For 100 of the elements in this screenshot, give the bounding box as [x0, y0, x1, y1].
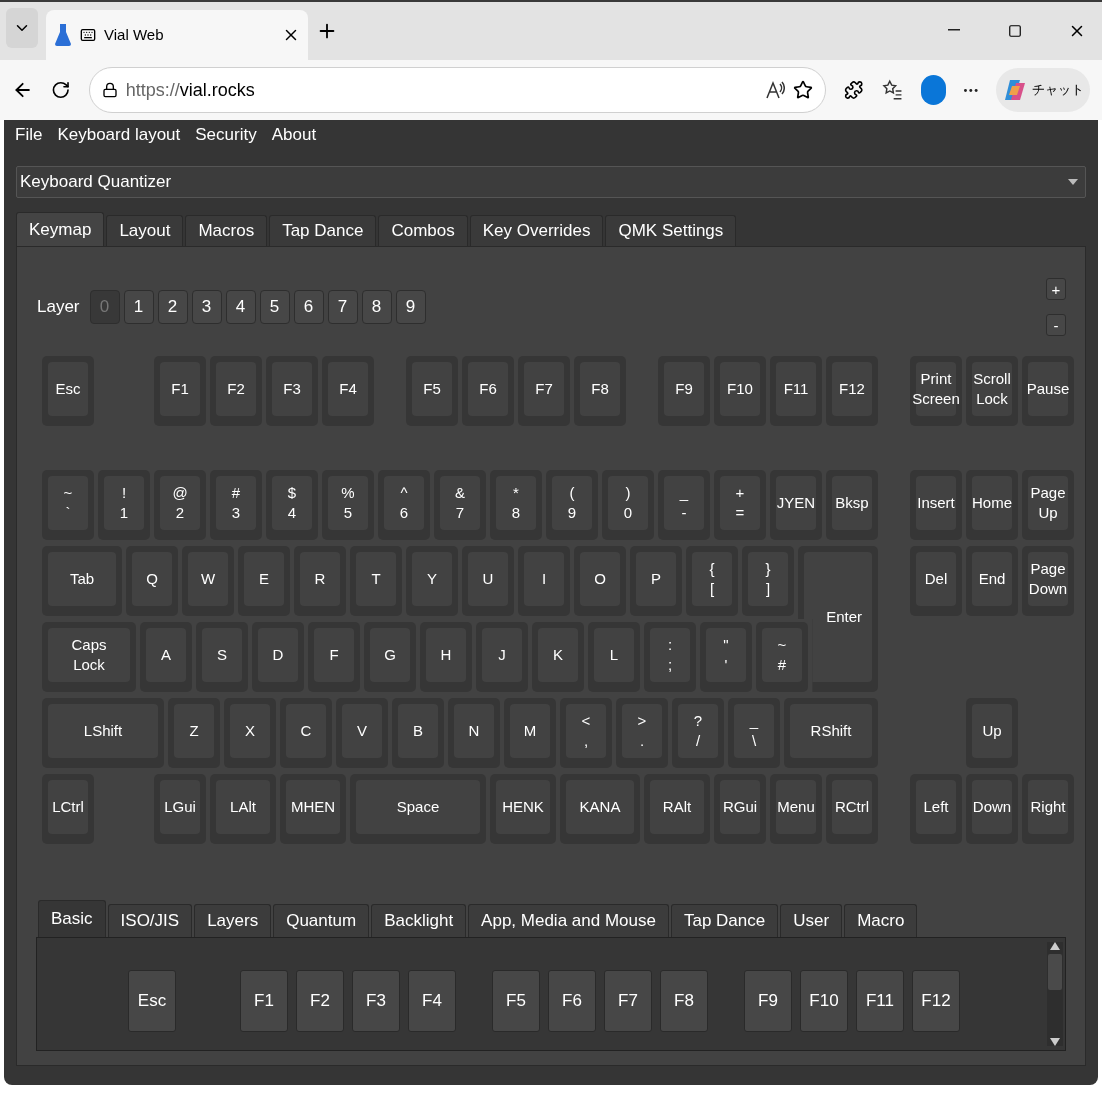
keycode-button[interactable]: F3 [352, 970, 400, 1032]
key-button[interactable]: A [140, 622, 192, 692]
key-button[interactable]: _ \ [728, 698, 780, 768]
key-button[interactable]: LCtrl [42, 774, 94, 844]
keycode-button[interactable]: F6 [548, 970, 596, 1032]
key-button[interactable]: O [574, 546, 626, 616]
tab[interactable]: Layout [106, 215, 184, 246]
key-button[interactable]: ~ # [756, 622, 808, 692]
key-button[interactable]: $ 4 [266, 470, 318, 540]
tab[interactable]: Keymap [16, 212, 105, 246]
key-button[interactable]: S [196, 622, 248, 692]
tab[interactable]: ISO/JIS [107, 904, 193, 937]
key-button[interactable]: Caps Lock [42, 622, 136, 692]
key-button[interactable]: * 8 [490, 470, 542, 540]
key-button[interactable]: F3 [266, 356, 318, 426]
key-button[interactable]: RGui [714, 774, 766, 844]
layer-button[interactable]: 9 [395, 290, 426, 324]
keycode-button[interactable]: F2 [296, 970, 344, 1032]
key-button[interactable]: ( 9 [546, 470, 598, 540]
key-button[interactable]: Z [168, 698, 220, 768]
key-button[interactable]: E [238, 546, 290, 616]
layer-button[interactable]: 2 [157, 290, 188, 324]
key-button[interactable]: ~ ` [42, 470, 94, 540]
key-button[interactable]: RShift [784, 698, 878, 768]
remove-layer-button[interactable]: - [1046, 314, 1066, 336]
key-button[interactable]: L [588, 622, 640, 692]
key-button[interactable]: F2 [210, 356, 262, 426]
key-button[interactable]: Page Down [1022, 546, 1074, 616]
keycode-button[interactable]: F8 [660, 970, 708, 1032]
tab[interactable]: Quantum [273, 904, 370, 937]
key-button[interactable]: { [ [686, 546, 738, 616]
key-button[interactable]: B [392, 698, 444, 768]
key-button[interactable]: F12 [826, 356, 878, 426]
key-button[interactable]: Tab [42, 546, 122, 616]
keycode-button[interactable]: F5 [492, 970, 540, 1032]
keycode-button[interactable]: F10 [800, 970, 848, 1032]
key-button[interactable]: HENK [490, 774, 556, 844]
key-button[interactable]: Left [910, 774, 962, 844]
key-button[interactable]: F10 [714, 356, 766, 426]
key-button[interactable]: Space [350, 774, 486, 844]
key-button[interactable]: KANA [560, 774, 640, 844]
key-button[interactable]: RAlt [644, 774, 710, 844]
key-button[interactable]: Menu [770, 774, 822, 844]
key-button[interactable]: D [252, 622, 304, 692]
tab[interactable]: User [780, 904, 843, 937]
keycode-button[interactable]: Esc [128, 970, 176, 1032]
key-button[interactable]: Y [406, 546, 458, 616]
key-button[interactable]: LShift [42, 698, 164, 768]
address-field[interactable]: https://vial.rocks [88, 67, 827, 113]
key-button[interactable]: Q [126, 546, 178, 616]
key-button[interactable]: Up [966, 698, 1018, 768]
tab[interactable]: Combos [378, 215, 468, 246]
key-button[interactable]: End [966, 546, 1018, 616]
layer-button[interactable]: 4 [225, 290, 256, 324]
key-button[interactable]: MHEN [280, 774, 346, 844]
key-button[interactable]: Enter [798, 546, 878, 692]
key-button[interactable]: P [630, 546, 682, 616]
keycode-button[interactable]: F1 [240, 970, 288, 1032]
keyboard-select[interactable]: Keyboard Quantizer [16, 166, 1086, 198]
key-button[interactable]: ) 0 [602, 470, 654, 540]
key-button[interactable]: Page Up [1022, 470, 1074, 540]
keycode-button[interactable]: F11 [856, 970, 904, 1032]
key-button[interactable]: U [462, 546, 514, 616]
chat-button[interactable]: チャット [996, 68, 1090, 112]
key-button[interactable]: M [504, 698, 556, 768]
menu-item[interactable]: File [15, 122, 43, 148]
key-button[interactable]: Scroll Lock [966, 356, 1018, 426]
menu-item[interactable]: Keyboard layout [57, 122, 181, 148]
key-button[interactable]: G [364, 622, 416, 692]
tab[interactable]: Key Overrides [469, 215, 604, 246]
key-button[interactable]: > . [616, 698, 668, 768]
tab[interactable]: Layers [194, 904, 272, 937]
key-button[interactable]: F6 [462, 356, 514, 426]
key-button[interactable]: & 7 [434, 470, 486, 540]
keycode-button[interactable]: F4 [408, 970, 456, 1032]
layer-button[interactable]: 5 [259, 290, 290, 324]
key-button[interactable]: F5 [406, 356, 458, 426]
menu-item[interactable]: Security [195, 122, 257, 148]
profile-avatar[interactable] [921, 75, 947, 105]
key-button[interactable]: % 5 [322, 470, 374, 540]
key-button[interactable]: Del [910, 546, 962, 616]
key-button[interactable]: < , [560, 698, 612, 768]
key-button[interactable]: K [532, 622, 584, 692]
key-button[interactable]: N [448, 698, 500, 768]
layer-button[interactable]: 1 [123, 290, 154, 324]
tab[interactable]: Macros [185, 215, 268, 246]
key-button[interactable]: ^ 6 [378, 470, 430, 540]
add-layer-button[interactable]: + [1046, 278, 1066, 300]
menu-item[interactable]: About [271, 122, 317, 148]
key-button[interactable]: Home [966, 470, 1018, 540]
keycode-button[interactable]: F7 [604, 970, 652, 1032]
key-button[interactable]: F4 [322, 356, 374, 426]
key-button[interactable]: : ; [644, 622, 696, 692]
key-button[interactable]: } ] [742, 546, 794, 616]
key-button[interactable]: Pause [1022, 356, 1074, 426]
key-button[interactable]: JYEN [770, 470, 822, 540]
tab[interactable]: Tap Dance [670, 904, 779, 937]
key-button[interactable]: Print Screen [910, 356, 962, 426]
key-button[interactable]: Esc [42, 356, 94, 426]
keycode-button[interactable]: F12 [912, 970, 960, 1032]
